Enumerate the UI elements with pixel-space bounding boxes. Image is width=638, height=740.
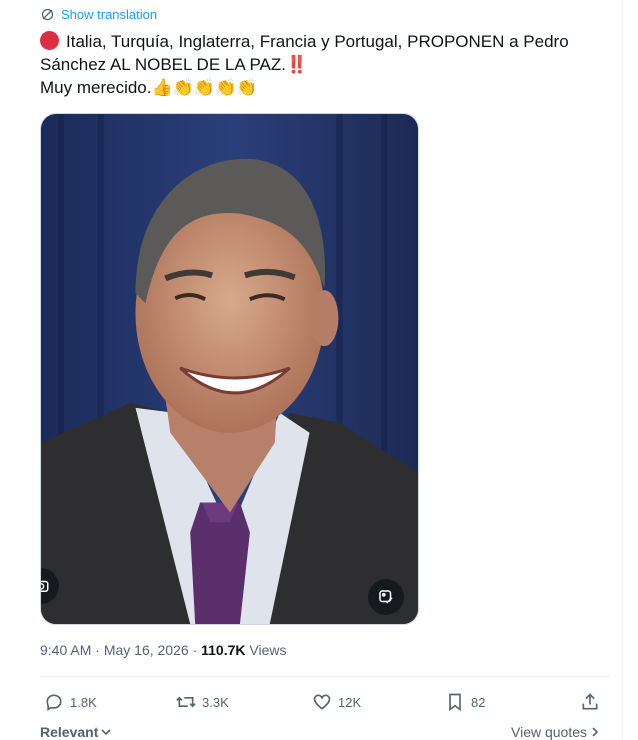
divider [40, 676, 610, 677]
camera-icon [41, 580, 49, 592]
image-edit-icon [379, 590, 393, 604]
tweet-line-2: Sánchez AL NOBEL DE LA PAZ.‼️ [40, 53, 600, 76]
double-exclamation-emoji: ‼️ [286, 55, 307, 74]
column-border [622, 0, 623, 740]
view-quotes-link[interactable]: View quotes [511, 724, 601, 740]
repost-count: 3.3K [202, 694, 229, 710]
tweet-line-2-text: Sánchez AL NOBEL DE LA PAZ. [40, 55, 286, 74]
chevron-down-icon [101, 729, 111, 736]
share-icon [582, 693, 598, 710]
tweet-meta: 9:40 AM · May 16, 2026 · 110.7K Views [40, 642, 286, 658]
views-count: 110.7K [201, 642, 246, 658]
views-label: Views [249, 642, 287, 658]
tweet-line-1: Italia, Turquía, Inglaterra, Francia y P… [40, 30, 600, 53]
share-button[interactable] [580, 688, 600, 716]
red-circle-emoji [40, 31, 59, 50]
bookmark-button[interactable]: 82 [445, 688, 485, 716]
heart-icon [313, 694, 331, 710]
tweet-line-3-text: Muy merecido. [40, 78, 152, 97]
photo-image [41, 114, 418, 624]
show-translation-label: Show translation [61, 7, 158, 22]
tweet-text: Italia, Turquía, Inglaterra, Francia y P… [40, 30, 600, 100]
reply-button[interactable]: 1.8K [44, 688, 97, 716]
chevron-right-icon [592, 727, 599, 737]
tweet-photo[interactable] [40, 113, 419, 625]
like-button[interactable]: 12K [312, 688, 361, 716]
tweet-time[interactable]: 9:40 AM [40, 642, 91, 658]
bookmark-count: 82 [471, 694, 486, 710]
relevant-sort-dropdown[interactable]: Relevant [40, 724, 112, 740]
like-count: 12K [338, 694, 362, 710]
relevant-label: Relevant [40, 724, 99, 740]
repost-icon [176, 696, 196, 708]
meta-separator: · [192, 642, 198, 658]
tweet-date[interactable]: May 16, 2026 [104, 642, 189, 658]
action-bar: 1.8K 3.3K 12K 82 [40, 688, 606, 716]
bookmark-icon [449, 693, 461, 712]
repost-button[interactable]: 3.3K [176, 688, 229, 716]
tweet-line-3: Muy merecido.👍👏👏👏👏 [40, 76, 600, 100]
meta-separator: · [95, 642, 100, 658]
clapping-hands-emoji: 👍👏👏👏👏 [151, 78, 258, 98]
image-edit-button[interactable] [368, 579, 404, 615]
tweet: Show translation Italia, Turquía, Inglat… [0, 0, 638, 740]
tweet-line-1-text: Italia, Turquía, Inglaterra, Francia y P… [66, 32, 569, 51]
translate-icon [41, 8, 54, 21]
view-quotes-label: View quotes [511, 724, 588, 740]
reply-icon [46, 694, 62, 712]
reply-count: 1.8K [70, 694, 97, 710]
show-translation-link[interactable]: Show translation [40, 7, 157, 22]
